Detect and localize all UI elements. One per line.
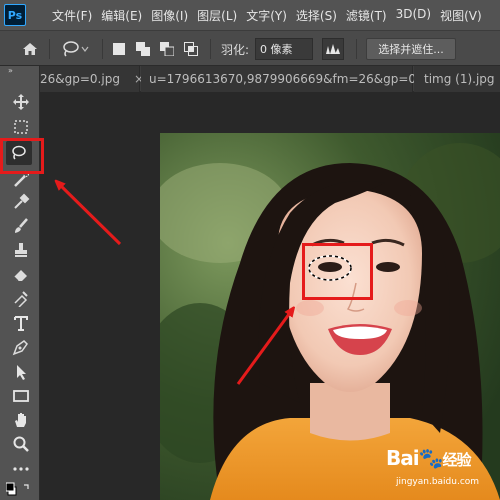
- feather-input[interactable]: 0 像素: [255, 38, 313, 60]
- watermark-url: jingyan.baidu.com: [396, 477, 480, 487]
- eyedropper-icon[interactable]: [10, 192, 32, 212]
- menu-list: 文件(F) 编辑(E) 图像(I) 图层(L) 文字(Y) 选择(S) 滤镜(T…: [47, 7, 486, 24]
- menu-3d[interactable]: 3D(D): [391, 7, 435, 24]
- tab-label: timg (1).jpg: [424, 72, 495, 86]
- new-selection-button[interactable]: [110, 38, 128, 60]
- menu-edit[interactable]: 编辑(E): [96, 7, 146, 24]
- watermark-logo: Bai🐾经验: [386, 446, 472, 470]
- tab-label: 26&gp=0.jpg: [40, 72, 120, 86]
- rectangle-icon[interactable]: [10, 386, 32, 406]
- select-and-mask-button[interactable]: 选择并遮住...: [366, 38, 456, 60]
- color-swatches-icon[interactable]: [6, 480, 36, 500]
- move-icon[interactable]: [10, 92, 32, 112]
- menu-file[interactable]: 文件(F): [47, 7, 96, 24]
- path-select-icon[interactable]: [10, 362, 32, 382]
- brush-icon[interactable]: [10, 216, 32, 236]
- home-icon[interactable]: [18, 38, 42, 60]
- gradient-icon[interactable]: [10, 288, 32, 308]
- pen-icon[interactable]: [10, 337, 32, 357]
- anti-alias-icon: [326, 44, 340, 54]
- more-icon[interactable]: [10, 459, 32, 479]
- anti-alias-button[interactable]: [322, 38, 344, 60]
- add-selection-button[interactable]: [134, 38, 152, 60]
- eraser-icon[interactable]: [10, 264, 32, 284]
- lasso-tool-highlight: [0, 138, 44, 174]
- lasso-tool-preset[interactable]: [58, 38, 92, 60]
- menu-select[interactable]: 选择(S): [291, 7, 341, 24]
- eye-selection-highlight: [302, 243, 373, 300]
- subtract-selection-button[interactable]: [158, 38, 176, 60]
- feather-label: 羽化:: [220, 42, 250, 57]
- tab-label: u=1796613670,9879906669&fm=26&gp=0.jpg: [149, 72, 439, 86]
- collapse-toolbar-icon[interactable]: »: [8, 66, 13, 75]
- lasso-icon: [63, 41, 79, 57]
- document-photo[interactable]: [160, 133, 500, 500]
- tools-panel: »: [0, 66, 40, 500]
- zoom-icon[interactable]: [10, 434, 32, 454]
- chevron-down-icon: [81, 46, 89, 52]
- tab-document-1[interactable]: 26&gp=0.jpg ×: [40, 66, 144, 92]
- menu-view[interactable]: 视图(V): [435, 7, 486, 24]
- type-icon[interactable]: [10, 313, 32, 333]
- menu-filter[interactable]: 滤镜(T): [341, 7, 391, 24]
- intersect-selection-button[interactable]: [182, 38, 200, 60]
- watermark: Bai🐾经验 jingyan.baidu.com: [384, 446, 500, 500]
- hand-icon[interactable]: [10, 410, 32, 430]
- menu-type[interactable]: 文字(Y): [241, 7, 291, 24]
- document-tab-bar: 26&gp=0.jpg × u=1796613670,9879906669&fm…: [40, 66, 500, 92]
- tab-document-3[interactable]: timg (1).jpg ×: [414, 66, 500, 92]
- options-bar: 羽化: 0 像素 选择并遮住...: [0, 30, 500, 66]
- stamp-icon[interactable]: [10, 240, 32, 260]
- marquee-icon[interactable]: [10, 117, 32, 137]
- menu-image[interactable]: 图像(I): [146, 7, 192, 24]
- menu-bar: Ps 文件(F) 编辑(E) 图像(I) 图层(L) 文字(Y) 选择(S) 滤…: [0, 0, 500, 30]
- photoshop-logo: Ps: [4, 4, 26, 26]
- menu-layer[interactable]: 图层(L): [192, 7, 241, 24]
- tab-document-2[interactable]: u=1796613670,9879906669&fm=26&gp=0.jpg ×: [141, 66, 465, 92]
